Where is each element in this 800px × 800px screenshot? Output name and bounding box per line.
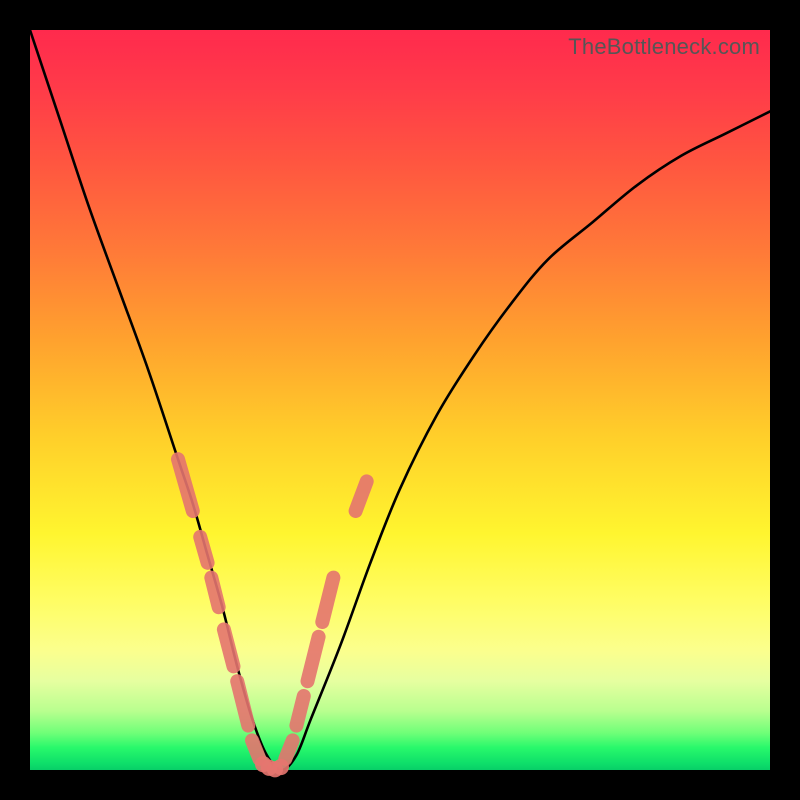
marker-dot — [273, 759, 289, 775]
marker-segment — [356, 481, 367, 511]
chart-frame: TheBottleneck.com — [0, 0, 800, 800]
marker-segment — [285, 740, 292, 759]
marker-layer — [178, 459, 367, 777]
marker-segment — [296, 696, 303, 726]
marker-segment — [252, 740, 259, 759]
marker-segment — [322, 578, 333, 622]
bottleneck-curve — [30, 30, 770, 770]
marker-segment — [200, 537, 207, 563]
chart-svg — [30, 30, 770, 770]
marker-segment — [211, 578, 218, 608]
marker-segment — [237, 681, 248, 725]
plot-area: TheBottleneck.com — [30, 30, 770, 770]
marker-segment — [308, 637, 319, 681]
marker-segment — [178, 459, 193, 511]
marker-segment — [224, 629, 234, 666]
